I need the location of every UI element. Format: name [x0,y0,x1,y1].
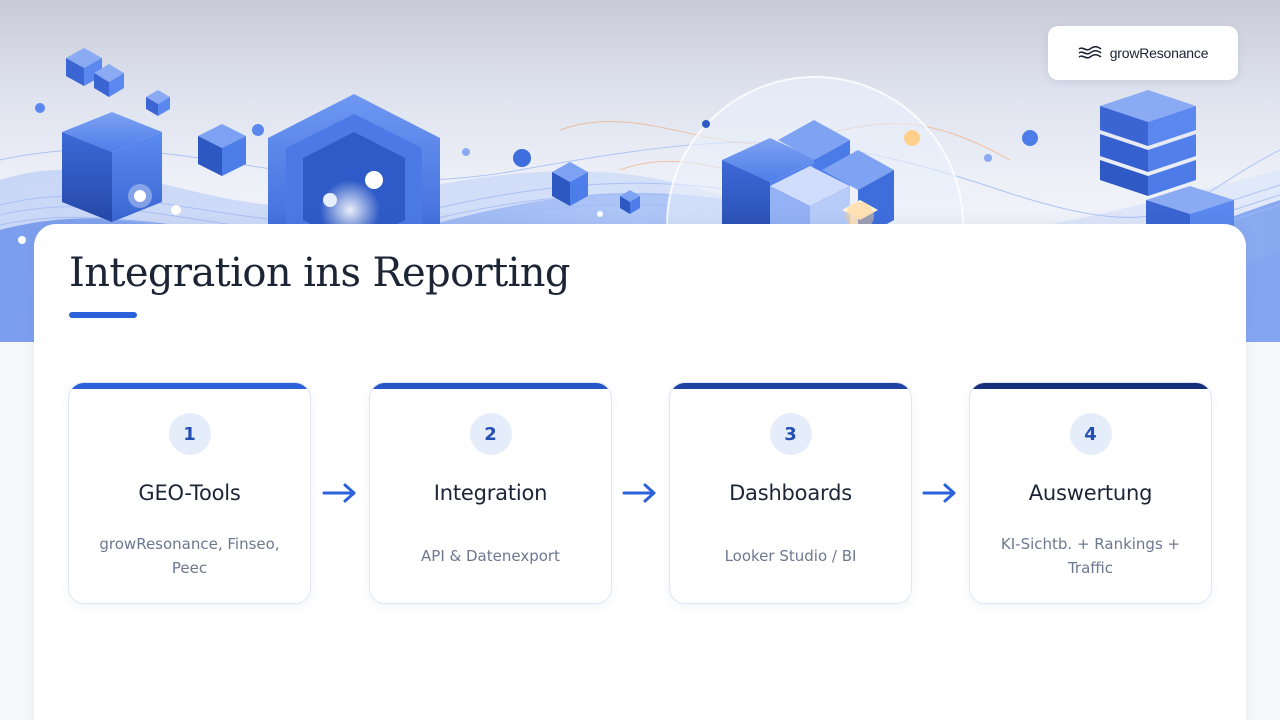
page-title: Integration ins Reporting [69,250,571,296]
step-title: Auswertung [1028,481,1153,505]
step-description: API & Datenexport [421,547,560,565]
arrow-right-icon [922,483,956,503]
step-accent-bar [69,383,310,389]
arrow-right-icon [622,483,656,503]
step-card-auswertung[interactable]: 4 Auswertung KI-Sichtb. + Rankings + Tra… [969,382,1212,604]
step-card-integration[interactable]: 2 Integration API & Datenexport [369,382,612,604]
brand-logo-card[interactable]: growResonance [1048,26,1238,80]
step-card-dashboards[interactable]: 3 Dashboards Looker Studio / BI [669,382,912,604]
step-title: Dashboards [729,481,852,505]
step-number-badge: 1 [168,413,211,455]
step-accent-bar [670,383,911,389]
step-title: Integration [433,481,548,505]
step-card-geo-tools[interactable]: 1 GEO-Tools growResonance, Finseo, Peec [68,382,311,604]
step-description: KI-Sichtb. + Rankings + Traffic [1000,535,1181,577]
main-content-card: Integration ins Reporting 1 GEO-Tools gr… [34,224,1246,720]
arrow-right-icon [322,483,356,503]
step-description: Looker Studio / BI [724,547,857,565]
step-number-badge: 4 [1069,413,1112,455]
brand-name: growResonance [1109,45,1209,61]
title-underline [69,312,137,318]
wave-lines-icon [1078,46,1102,59]
step-accent-bar [370,383,611,389]
step-number-badge: 2 [469,413,512,455]
step-accent-bar [970,383,1211,389]
step-title: GEO-Tools [138,481,241,505]
step-description: growResonance, Finseo, Peec [99,535,280,577]
step-number-badge: 3 [769,413,812,455]
